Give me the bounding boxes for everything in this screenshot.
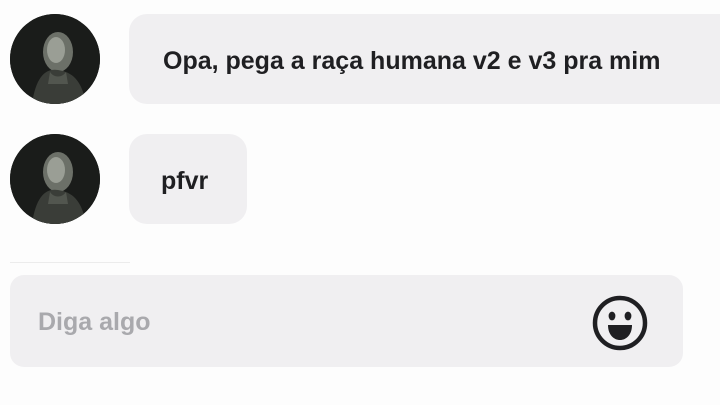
message-input[interactable] (36, 303, 560, 341)
message-text: Opa, pega a raça humana v2 e v3 pra mim (163, 47, 661, 75)
message-composer (10, 275, 683, 367)
message-bubble[interactable]: pfvr (129, 134, 247, 224)
avatar-image (10, 134, 100, 224)
avatar-image (10, 14, 100, 104)
message-row: Opa, pega a raça humana v2 e v3 pra mim (0, 14, 720, 106)
avatar[interactable] (10, 134, 100, 224)
message-row: pfvr (0, 134, 720, 226)
smiley-face-icon[interactable] (592, 295, 648, 351)
message-bubble[interactable]: Opa, pega a raça humana v2 e v3 pra mim (129, 14, 720, 104)
divider (10, 262, 130, 263)
avatar[interactable] (10, 14, 100, 104)
message-text: pfvr (161, 167, 209, 195)
